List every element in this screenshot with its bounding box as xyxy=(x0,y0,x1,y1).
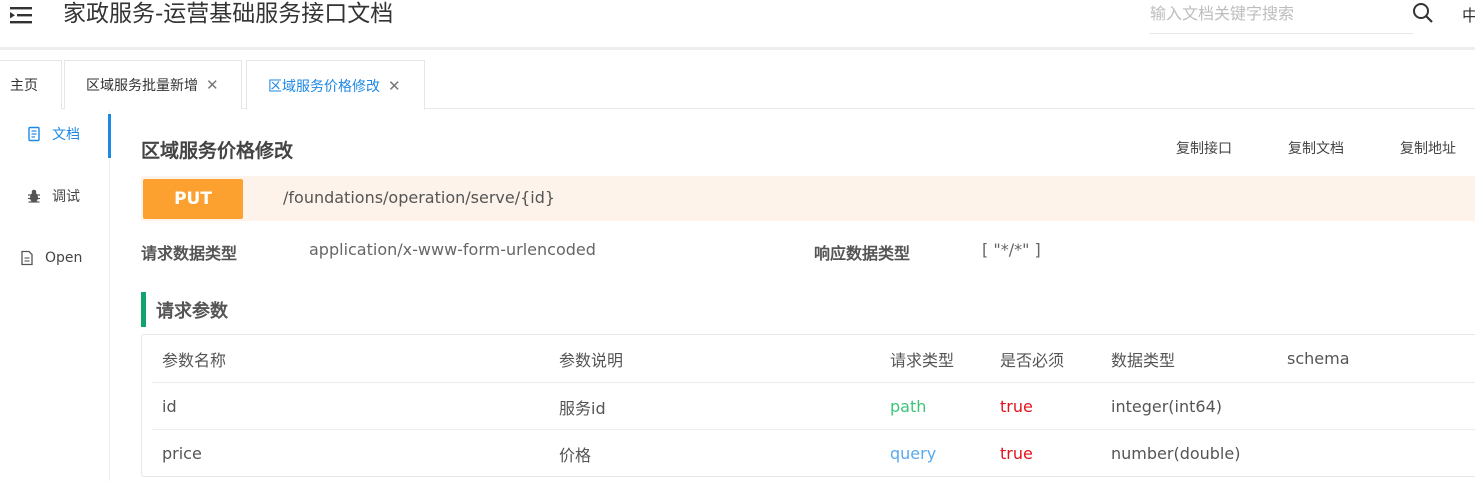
nav-item-label: Open xyxy=(45,250,83,266)
nav-item-label: 文档 xyxy=(52,127,80,143)
nav-item-open[interactable]: Open xyxy=(0,236,110,280)
method-badge: PUT xyxy=(143,179,243,219)
nav-item-debug[interactable]: 调试 xyxy=(0,174,110,218)
param-in: query xyxy=(890,444,937,463)
app-title: 家政服务-运营基础服务接口文档 xyxy=(63,1,394,27)
param-name: price xyxy=(162,444,202,463)
copy-doc-button[interactable]: 复制文档 xyxy=(1288,138,1344,158)
tab-batch-add[interactable]: 区域服务批量新增 ✕ xyxy=(64,60,242,109)
close-icon[interactable]: ✕ xyxy=(206,76,219,94)
tab-label: 区域服务批量新增 xyxy=(86,78,198,94)
param-type: number(double) xyxy=(1111,444,1241,463)
endpoint-path: /foundations/operation/serve/{id} xyxy=(283,188,556,207)
param-desc: 价格 xyxy=(559,445,592,465)
table-row: id 服务id path true integer(int64) xyxy=(152,382,1475,429)
column-header: 参数名称 xyxy=(162,350,227,370)
search-field xyxy=(1150,0,1413,34)
copy-url-button[interactable]: 复制地址 xyxy=(1400,138,1456,158)
tab-price-update[interactable]: 区域服务价格修改 ✕ xyxy=(246,60,425,110)
param-type: integer(int64) xyxy=(1111,397,1222,416)
search-icon[interactable] xyxy=(1411,1,1435,25)
response-type-value: [ "*/*" ] xyxy=(982,240,1041,259)
column-header: 是否必须 xyxy=(1000,350,1065,370)
param-required: true xyxy=(1000,397,1033,416)
column-header: schema xyxy=(1287,349,1350,368)
tab-bar: 主页 区域服务批量新增 ✕ 区域服务价格修改 ✕ xyxy=(0,53,1475,110)
params-table: 参数名称 参数说明 请求类型 是否必须 数据类型 schema id 服务id … xyxy=(141,334,1475,477)
tab-label: 主页 xyxy=(10,78,38,94)
side-nav: 文档 调试 Open xyxy=(0,110,111,481)
search-input[interactable] xyxy=(1150,0,1413,26)
endpoint-bar: PUT /foundations/operation/serve/{id} xyxy=(141,176,1475,221)
page-title: 区域服务价格修改 xyxy=(141,140,294,162)
language-switch[interactable]: 中 xyxy=(1462,2,1475,26)
nav-item-label: 调试 xyxy=(52,189,80,205)
param-name: id xyxy=(162,397,177,416)
tab-label: 区域服务价格修改 xyxy=(268,78,380,95)
file-icon xyxy=(19,250,35,266)
nav-item-docs[interactable]: 文档 xyxy=(0,112,111,158)
column-header: 数据类型 xyxy=(1111,350,1176,370)
table-header-row: 参数名称 参数说明 请求类型 是否必须 数据类型 schema xyxy=(152,335,1475,382)
request-type-label: 请求数据类型 xyxy=(141,244,238,263)
section-title: 请求参数 xyxy=(141,292,228,327)
param-desc: 服务id xyxy=(559,398,606,418)
document-icon xyxy=(26,126,42,142)
param-required: true xyxy=(1000,444,1033,463)
column-header: 请求类型 xyxy=(890,350,955,370)
close-icon[interactable]: ✕ xyxy=(388,77,401,95)
menu-collapse-icon[interactable] xyxy=(8,4,34,26)
copy-api-button[interactable]: 复制接口 xyxy=(1176,138,1232,158)
response-type-label: 响应数据类型 xyxy=(814,244,911,263)
bug-icon xyxy=(26,188,42,204)
param-in: path xyxy=(890,397,927,416)
table-row: price 价格 query true number(double) xyxy=(152,429,1475,476)
app-header: 家政服务-运营基础服务接口文档 中 xyxy=(0,0,1475,50)
column-header: 参数说明 xyxy=(559,350,624,370)
request-type-value: application/x-www-form-urlencoded xyxy=(309,240,596,259)
tab-home[interactable]: 主页 xyxy=(0,60,62,109)
